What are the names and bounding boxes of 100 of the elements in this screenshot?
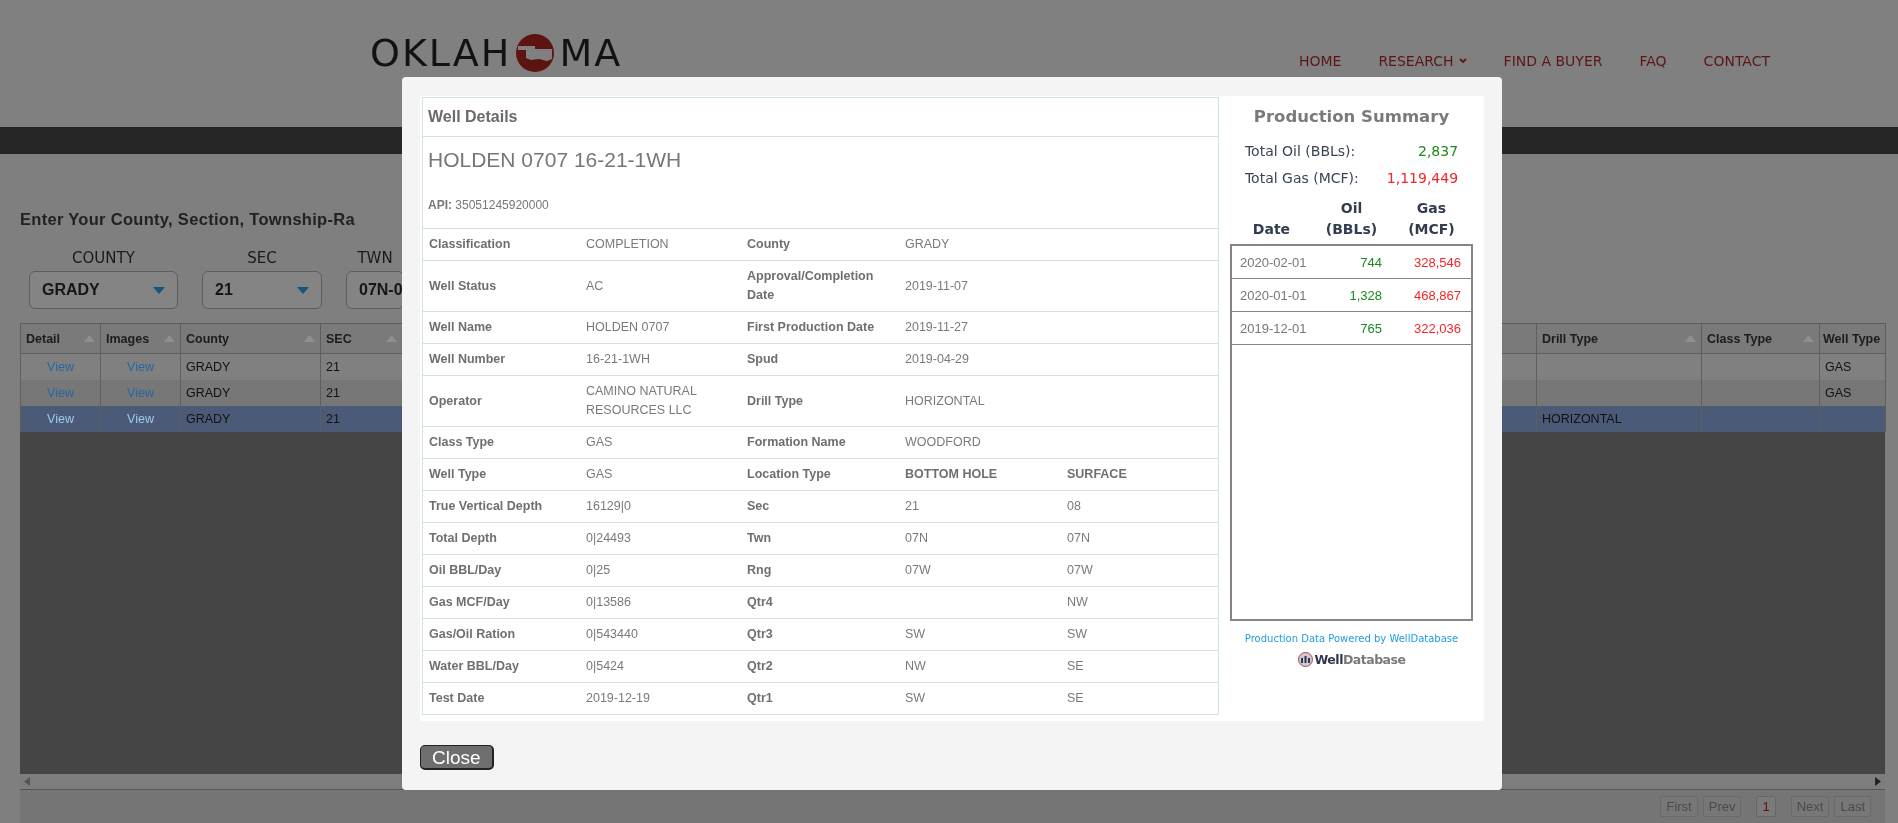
field-value: GRADY (905, 237, 950, 251)
oil-cell-text: 1,328 (1348, 287, 1382, 303)
field-value: 0|5424 (586, 659, 624, 673)
gas-cell-text: 468,867 (1413, 287, 1461, 303)
field-value: 0|543440 (586, 627, 638, 641)
field-value: 0|25 (586, 563, 611, 577)
field-value: 16-21-1WH (586, 352, 650, 366)
field-value: 2019-12-19 (586, 691, 650, 705)
filter-label: TWN (357, 249, 393, 267)
column-header: Date (1252, 220, 1291, 239)
page-button[interactable]: 1 (1756, 796, 1776, 817)
filter-label: COUNTY (72, 249, 135, 267)
column-header[interactable]: Class Type (1701, 323, 1820, 354)
field-value: NW (905, 659, 926, 673)
field-label: Oil BBL/Day (429, 563, 502, 577)
table-cell: GRADY (186, 360, 231, 374)
chevron-down-icon (1458, 58, 1467, 64)
field-value: 2019-11-27 (905, 320, 968, 334)
field-label: Drill Type (747, 393, 804, 408)
panel-heading: Well Details (423, 98, 1218, 137)
field-value: SW (905, 627, 926, 641)
gas-cell-text: 322,036 (1413, 320, 1461, 336)
nav-link[interactable]: HOME (1298, 53, 1342, 69)
table-cell: 21 (326, 386, 340, 400)
nav-link[interactable]: RESEARCH (1378, 53, 1467, 69)
field-label: Spud (747, 352, 779, 366)
field-label: First Production Date (747, 320, 875, 334)
dropdown[interactable]: GRADY (29, 271, 178, 309)
field-value: CAMINO NATURAL RESOURCES LLC (586, 384, 697, 417)
dropdown[interactable]: 21 (202, 271, 322, 309)
column-header[interactable]: Images (100, 323, 181, 354)
table-cell: GRADY (186, 412, 231, 426)
table-cell: 21 (326, 412, 340, 426)
field-value: GAS (586, 467, 613, 481)
date-cell-text: 2020-02-01 (1240, 254, 1308, 270)
scroll-right-icon[interactable] (1875, 777, 1881, 786)
field-value: 0|13586 (586, 595, 631, 609)
field-value: AC (586, 278, 604, 293)
view-link[interactable]: View (127, 412, 154, 426)
nav-link[interactable]: FIND A BUYER (1503, 53, 1603, 69)
field-label: Water BBL/Day (429, 659, 519, 673)
field-label: True Vertical Depth (429, 499, 543, 513)
field-value: GAS (586, 435, 613, 449)
field-value: 21 (905, 499, 919, 513)
field-label: Test Date (429, 691, 485, 705)
close-button[interactable]: Close (420, 745, 494, 770)
field-label: Total Depth (429, 531, 497, 545)
field-label: Qtr1 (747, 691, 773, 705)
total-value: 1,119,449 (1386, 170, 1459, 186)
field-label: Well Number (429, 352, 506, 366)
field-value: 07W (905, 563, 931, 577)
summary-title: Production Summary (1253, 107, 1450, 126)
column-heading: BOTTOM HOLE (905, 467, 998, 481)
table-cell: GRADY (186, 386, 231, 400)
column-header[interactable]: Drill Type (1536, 323, 1702, 354)
field-label: Approval/Completion Date (747, 269, 874, 302)
table-cell: GAS (1825, 386, 1852, 400)
field-label: Well Type (429, 467, 487, 481)
nav-link[interactable]: FAQ (1639, 53, 1667, 69)
field-label: Location Type (747, 467, 831, 481)
oil-cell-text: 765 (1359, 320, 1382, 336)
field-value: NW (1067, 595, 1088, 609)
field-value: HOLDEN 0707 (586, 320, 670, 334)
field-value: 2019-04-29 (905, 352, 969, 366)
column-header[interactable]: Detail (20, 323, 101, 354)
total-value: 2,837 (1416, 143, 1459, 159)
dropdown[interactable]: 07N-0 (346, 271, 404, 309)
field-label: Well Status (429, 278, 497, 293)
brand-logo-text: WellDatabase (1314, 652, 1406, 667)
total-label: Total Gas (MCF): (1244, 170, 1359, 186)
gas-cell-text: 328,546 (1413, 254, 1461, 270)
field-label: Qtr3 (747, 627, 773, 641)
column-header[interactable]: Well Type (1819, 323, 1886, 354)
column-header[interactable]: County (180, 323, 321, 354)
well-database-logo-icon (1297, 652, 1313, 667)
field-value: SE (1067, 691, 1084, 705)
credit-text: Production Data Powered by WellDatabase (1244, 633, 1459, 644)
total-label: Total Oil (BBLs): (1244, 143, 1357, 159)
caret-icon (153, 286, 165, 294)
search-heading: Enter Your County, Section, Township-Ra (20, 210, 355, 229)
field-label: County (747, 237, 791, 251)
field-label: Qtr2 (747, 659, 773, 673)
field-value: 07W (1067, 563, 1093, 577)
filter-label: SEC (247, 249, 277, 267)
field-value: 08 (1067, 499, 1081, 513)
nav-link[interactable]: CONTACT (1703, 53, 1770, 69)
field-value: 0|24493 (586, 531, 631, 545)
date-cell-text: 2020-01-01 (1240, 287, 1308, 303)
field-label: Sec (747, 499, 770, 513)
column-header[interactable]: SEC (320, 323, 403, 354)
table-cell: GAS (1825, 360, 1852, 374)
field-label: Formation Name (747, 435, 846, 449)
view-link[interactable]: View (47, 412, 74, 426)
table-cell: HORIZONTAL (1542, 412, 1622, 426)
oil-cell-text: 744 (1359, 254, 1382, 270)
field-label: Rng (747, 563, 772, 577)
field-value: SE (1067, 659, 1084, 673)
api-number: API: 35051245920000 (428, 198, 549, 212)
field-label: Classification (429, 237, 511, 251)
field-label: Qtr4 (747, 595, 773, 609)
